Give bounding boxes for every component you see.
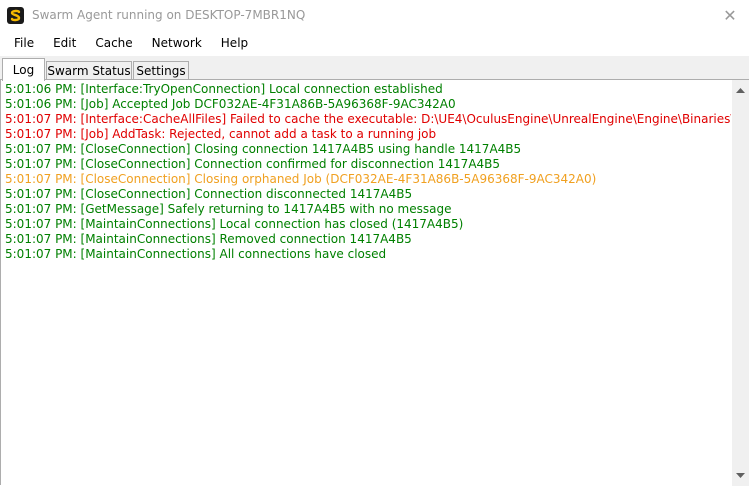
log-list[interactable]: 5:01:06 PM: [Interface:TryOpenConnection…	[5, 82, 731, 484]
scroll-up-arrow-icon[interactable]	[732, 82, 749, 99]
vertical-scrollbar[interactable]	[732, 80, 749, 486]
title-bar[interactable]: Swarm Agent running on DESKTOP-7MBR1NQ ✕	[0, 0, 749, 31]
menu-network[interactable]: Network	[145, 31, 209, 56]
log-line: 5:01:06 PM: [Job] Accepted Job DCF032AE-…	[5, 97, 456, 111]
scroll-down-arrow-icon[interactable]	[732, 467, 749, 484]
menu-bar: File Edit Cache Network Help	[0, 31, 749, 56]
log-line: 5:01:07 PM: [MaintainConnections] Local …	[5, 217, 464, 231]
log-line: 5:01:07 PM: [Interface:CacheAllFiles] Fa…	[5, 112, 731, 126]
log-panel: 5:01:06 PM: [Interface:TryOpenConnection…	[0, 79, 749, 486]
tab-settings[interactable]: Settings	[133, 61, 189, 80]
tab-bar: Log Swarm Status Settings	[0, 56, 749, 81]
window-title: Swarm Agent running on DESKTOP-7MBR1NQ	[32, 8, 306, 22]
close-icon: ✕	[723, 5, 737, 25]
log-line: 5:01:07 PM: [CloseConnection] Connection…	[5, 187, 413, 201]
log-line: 5:01:07 PM: [MaintainConnections] Remove…	[5, 232, 412, 246]
close-button[interactable]: ✕	[719, 5, 741, 25]
log-line: 5:01:06 PM: [Interface:TryOpenConnection…	[5, 82, 443, 96]
menu-cache[interactable]: Cache	[88, 31, 139, 56]
menu-help[interactable]: Help	[214, 31, 255, 56]
tab-swarm-status[interactable]: Swarm Status	[46, 61, 132, 80]
log-line: 5:01:07 PM: [CloseConnection] Connection…	[5, 157, 501, 171]
swarm-agent-logo-icon	[7, 7, 24, 24]
log-line: 5:01:07 PM: [MaintainConnections] All co…	[5, 247, 387, 261]
menu-edit[interactable]: Edit	[46, 31, 83, 56]
log-line: 5:01:07 PM: [Job] AddTask: Rejected, can…	[5, 127, 437, 141]
menu-file[interactable]: File	[7, 31, 41, 56]
log-line: 5:01:07 PM: [CloseConnection] Closing co…	[5, 142, 522, 156]
log-line: 5:01:07 PM: [CloseConnection] Closing or…	[5, 172, 597, 186]
log-line: 5:01:07 PM: [GetMessage] Safely returnin…	[5, 202, 452, 216]
tab-log[interactable]: Log	[2, 58, 45, 81]
